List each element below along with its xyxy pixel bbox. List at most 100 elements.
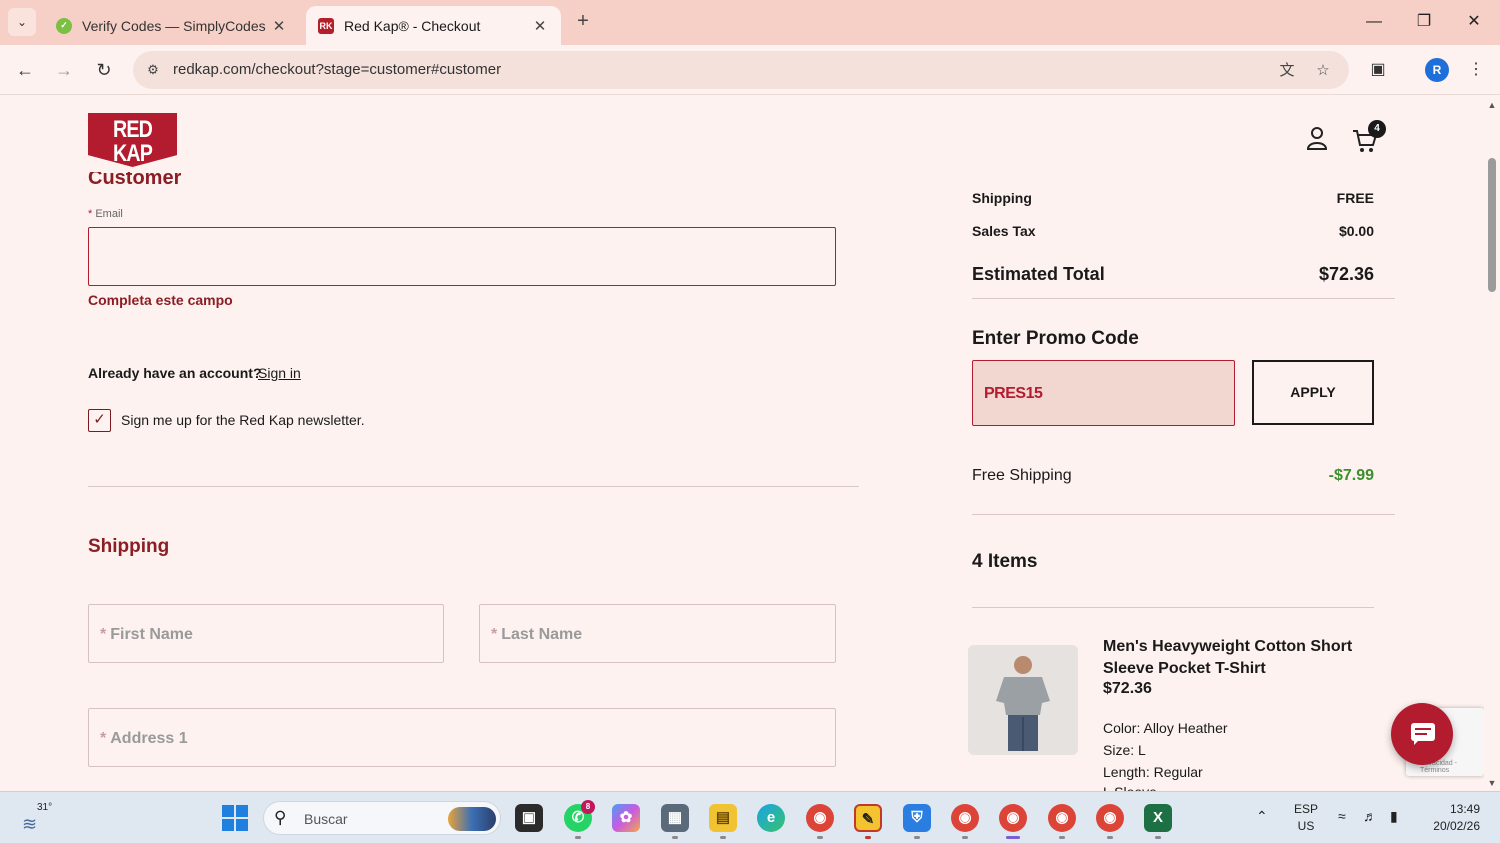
chat-button[interactable] [1391, 703, 1453, 765]
profile-avatar[interactable]: R [1425, 58, 1449, 82]
product-color: Color: Alloy Heather [1103, 720, 1228, 736]
product-length: Length: Regular [1103, 764, 1203, 780]
product-name[interactable]: Men's Heavyweight Cotton Short Sleeve Po… [1103, 636, 1363, 680]
close-tab-icon[interactable]: ✕ [270, 17, 288, 35]
email-error-message: Completa este campo [88, 292, 233, 308]
promo-code-value: PRES15 [984, 385, 1043, 402]
restore-icon[interactable]: ❐ [1412, 10, 1436, 34]
edge-browser-icon[interactable]: e [757, 804, 785, 832]
new-tab-plus-icon[interactable]: + [572, 10, 594, 32]
discount-label: Free Shipping [972, 467, 1072, 484]
language-indicator[interactable]: ESP US [1294, 801, 1318, 835]
whatsapp-badge: 8 [581, 800, 595, 814]
chrome-profile-e-icon[interactable]: ◉ [1096, 804, 1124, 832]
newsletter-label: Sign me up for the Red Kap newsletter. [121, 412, 365, 428]
search-highlight-image [448, 807, 496, 831]
apply-promo-button[interactable]: APPLY [1252, 360, 1374, 425]
battery-icon[interactable]: ▮ [1390, 808, 1398, 825]
bookmark-star-icon[interactable]: ☆ [1312, 60, 1334, 82]
summary-total-row: Estimated Total $72.36 [972, 264, 1374, 285]
sticky-notes-icon[interactable]: ✎ [854, 804, 882, 832]
promo-code-field[interactable]: PRES15 [972, 360, 1235, 426]
minimize-icon[interactable]: — [1362, 10, 1386, 34]
address1-field[interactable]: * Address 1 [88, 708, 836, 767]
windows-taskbar: 31° ≋ ⚲ Buscar ▣ ✆ 8 ✿ ▦ ▤ e ◉ ✎ ⛨ ◉ ◉ ◉… [0, 791, 1500, 843]
summary-divider [972, 514, 1395, 515]
file-explorer-icon[interactable]: ▤ [709, 804, 737, 832]
chrome-profile-y-icon[interactable]: ◉ [1048, 804, 1076, 832]
tab-search-chevron-icon[interactable]: ⌄ [8, 8, 36, 36]
reload-icon[interactable]: ↻ [90, 56, 118, 84]
account-prompt: Already have an account? [88, 365, 262, 381]
cart-count-badge: 4 [1368, 120, 1386, 138]
taskbar-search[interactable]: ⚲ Buscar [263, 801, 501, 835]
chrome-profile-f-icon[interactable]: ◉ [951, 804, 979, 832]
tab-simplycodes[interactable]: ✓ Verify Codes — SimplyCodes ✕ [44, 6, 300, 45]
page-scrollbar[interactable]: ▲ ▼ [1484, 96, 1500, 791]
calculator-icon[interactable]: ▦ [661, 804, 689, 832]
translate-icon[interactable]: 文 [1276, 60, 1298, 82]
site-settings-icon[interactable]: ⚙ [143, 60, 163, 80]
more-menu-icon[interactable]: ⋮ [1464, 58, 1488, 82]
product-image[interactable] [968, 645, 1078, 755]
address-bar[interactable]: ⚙ redkap.com/checkout?stage=customer#cus… [133, 51, 1349, 89]
extensions-puzzle-icon[interactable]: ▣ [1366, 58, 1390, 82]
total-value: $72.36 [1318, 264, 1374, 284]
logo-wordmark: RED KAP [112, 116, 153, 167]
scroll-up-arrow-icon[interactable]: ▲ [1487, 100, 1497, 110]
clock-date: 20/02/26 [1433, 819, 1480, 833]
required-mark: * [100, 730, 107, 747]
email-field[interactable] [88, 227, 836, 286]
customer-section-title: Customer [88, 172, 182, 188]
wifi-icon[interactable]: ≈ [1338, 808, 1346, 824]
chrome-profile-r-icon[interactable]: ◉ [999, 804, 1027, 832]
weather-temp: 31° [37, 802, 53, 813]
attr-value: L [1138, 742, 1146, 758]
promo-title: Enter Promo Code [972, 328, 1139, 349]
last-name-field[interactable]: * Last Name [479, 604, 836, 663]
show-hidden-icons-chevron-icon[interactable]: ⌃ [1256, 808, 1268, 825]
first-name-field[interactable]: * First Name [88, 604, 444, 663]
tax-label: Sales Tax [972, 223, 1036, 239]
windows-start-icon[interactable] [222, 805, 248, 831]
address1-placeholder: * Address 1 [100, 730, 188, 748]
clock-time: 13:49 [1449, 802, 1480, 816]
forward-arrow-icon[interactable]: → [50, 56, 78, 84]
volume-icon[interactable]: ♬ [1363, 808, 1377, 824]
task-view-icon[interactable]: ▣ [515, 804, 543, 832]
required-mark: * [88, 208, 93, 220]
scroll-down-arrow-icon[interactable]: ▼ [1487, 778, 1497, 788]
copilot-icon[interactable]: ✿ [612, 804, 640, 832]
tax-value: $0.00 [1338, 223, 1374, 239]
shipping-label: Shipping [972, 190, 1032, 206]
chrome-profile-p-icon[interactable]: ◉ [806, 804, 834, 832]
summary-tax-row: Sales Tax $0.00 [972, 223, 1374, 239]
last-name-placeholder: * Last Name [491, 626, 582, 644]
tab-redkap-checkout[interactable]: RK Red Kap® - Checkout ✕ [306, 6, 561, 45]
back-arrow-icon[interactable]: ← [11, 56, 39, 84]
newsletter-checkbox[interactable]: ✓ [88, 409, 111, 432]
placeholder-text: Last Name [501, 626, 583, 643]
summary-shipping-row: Shipping FREE [972, 190, 1374, 206]
browser-tab-bar: ⌄ ✓ Verify Codes — SimplyCodes ✕ RK Red … [0, 0, 1500, 45]
defender-shield-icon[interactable]: ⛨ [903, 804, 931, 832]
search-placeholder: Buscar [304, 811, 348, 827]
system-clock[interactable]: 13:49 20/02/26 [1426, 801, 1480, 835]
excel-icon[interactable]: X [1144, 804, 1172, 832]
scroll-thumb[interactable] [1488, 158, 1496, 292]
shipping-section-title: Shipping [88, 536, 170, 557]
checkmark-icon: ✓ [93, 411, 106, 428]
window-close-icon[interactable]: ✕ [1462, 10, 1486, 34]
summary-divider [972, 298, 1395, 299]
close-tab-icon[interactable]: ✕ [531, 17, 549, 35]
sign-in-link[interactable]: Sign in [258, 365, 301, 381]
account-user-icon[interactable] [1306, 126, 1328, 156]
redkap-logo[interactable]: RED KAP 1923 [88, 113, 177, 167]
tshirt-model-icon [968, 645, 1078, 755]
attr-label: Length: [1103, 764, 1150, 780]
discount-value: -$7.99 [1328, 467, 1374, 484]
checkout-page: RED KAP 1923 4 Customer * Email Completa… [0, 96, 1484, 791]
weather-widget[interactable]: 31° ≋ [22, 802, 53, 834]
product-sleeve-partial: L Sleeve [1103, 784, 1157, 791]
shipping-value: FREE [1336, 190, 1374, 206]
